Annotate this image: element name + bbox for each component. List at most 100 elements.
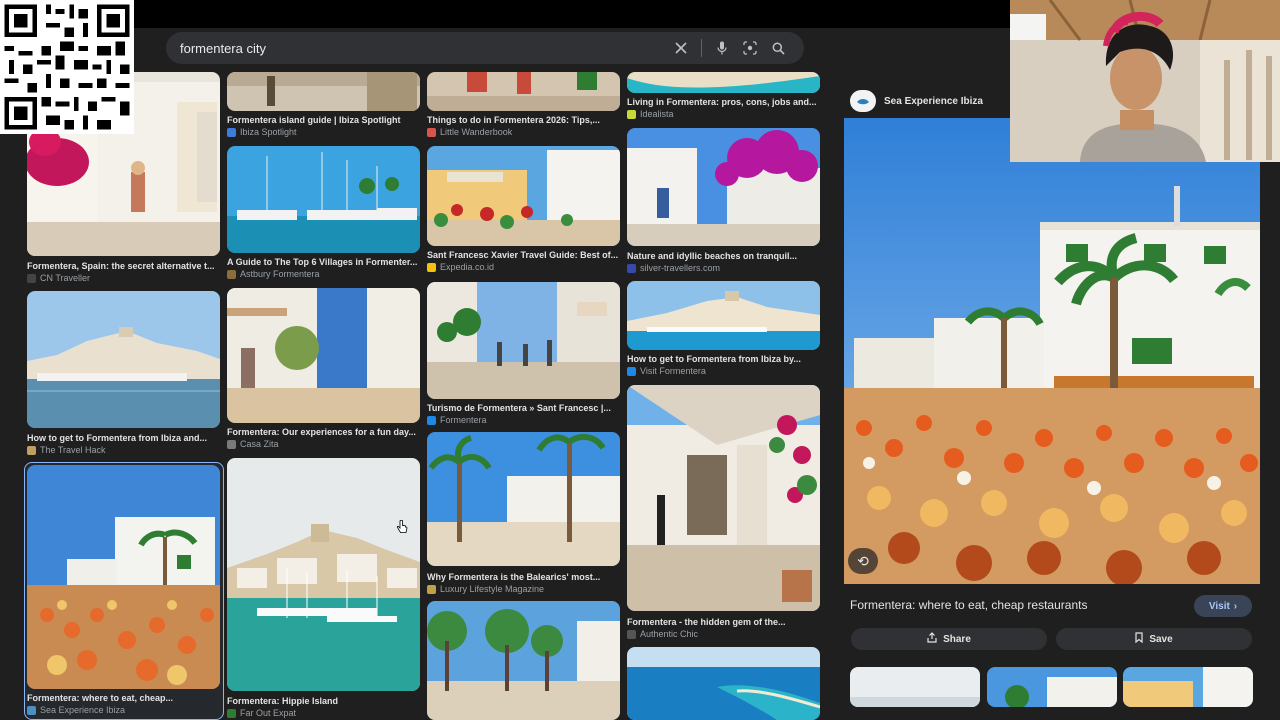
result-title[interactable]: Sant Francesc Xavier Travel Guide: Best … <box>427 250 621 260</box>
result-source-name: Idealista <box>640 109 674 119</box>
favicon-icon <box>227 269 236 279</box>
visit-button[interactable]: Visit › <box>1194 595 1252 617</box>
result-title[interactable]: Things to do in Formentera 2026: Tips,..… <box>427 115 621 125</box>
visit-label: Visit <box>1208 600 1230 612</box>
result-source-name: Visit Formentera <box>640 366 706 376</box>
result-title[interactable]: Turismo de Formentera » Sant Francesc |.… <box>427 403 621 413</box>
result-source-name: Sea Experience Ibiza <box>40 705 126 715</box>
result-source-name: Formentera <box>440 415 487 425</box>
result-thumbnail[interactable] <box>427 432 620 566</box>
result-thumbnail[interactable] <box>227 288 420 423</box>
microphone-icon[interactable] <box>708 34 736 62</box>
visual-search-icon[interactable]: ⟲ <box>848 548 878 574</box>
result-source: CN Traveller <box>27 273 221 283</box>
result-title[interactable]: How to get to Formentera from Ibiza and.… <box>27 433 221 443</box>
result-source: Authentic Chic <box>627 629 821 639</box>
result-title[interactable]: Formentera - the hidden gem of the... <box>627 617 821 627</box>
preview-source[interactable]: Sea Experience Ibiza <box>850 90 983 112</box>
preview-source-name[interactable]: Sea Experience Ibiza <box>884 96 983 107</box>
result-thumbnail[interactable] <box>27 291 220 428</box>
favicon-icon <box>427 415 436 425</box>
result-thumbnail[interactable] <box>227 458 420 691</box>
favicon-icon <box>627 263 636 273</box>
result-title[interactable]: Formentera: Our experiences for a fun da… <box>227 427 421 437</box>
favicon-icon <box>427 262 436 272</box>
result-source-name: Luxury Lifestyle Magazine <box>440 584 545 594</box>
result-thumbnail[interactable] <box>627 385 820 611</box>
related-image[interactable] <box>850 667 980 707</box>
result-thumbnail[interactable] <box>427 282 620 399</box>
related-image[interactable] <box>987 667 1117 707</box>
result-source-name: Casa Zita <box>240 439 279 449</box>
hand-cursor-icon <box>396 519 408 539</box>
result-source: Astbury Formentera <box>227 269 421 279</box>
result-source: Ibiza Spotlight <box>227 127 421 137</box>
result-title[interactable]: Living in Formentera: pros, cons, jobs a… <box>627 97 821 107</box>
result-source-name: silver-travellers.com <box>640 263 721 273</box>
preview-title[interactable]: Formentera: where to eat, cheap restaura… <box>850 598 1087 612</box>
chevron-right-icon: › <box>1233 600 1238 612</box>
result-source-name: Ibiza Spotlight <box>240 127 297 137</box>
search-divider <box>701 39 702 57</box>
result-thumbnail[interactable] <box>627 72 820 93</box>
result-source-name: Authentic Chic <box>640 629 699 639</box>
result-source-name: Expedia.co.id <box>440 262 495 272</box>
result-source: Formentera <box>427 415 621 425</box>
result-source: Idealista <box>627 109 821 119</box>
search-input[interactable]: formentera city <box>180 41 667 56</box>
share-label: Share <box>943 633 971 645</box>
result-title[interactable]: Why Formentera is the Balearics' most... <box>427 572 621 582</box>
result-thumbnail[interactable] <box>427 601 620 720</box>
favicon-icon <box>27 705 36 715</box>
result-source: silver-travellers.com <box>627 263 821 273</box>
search-bar[interactable]: formentera city <box>166 32 804 64</box>
result-title[interactable]: A Guide to The Top 6 Villages in Forment… <box>227 257 421 267</box>
search-icon[interactable] <box>764 34 792 62</box>
share-icon <box>927 632 937 646</box>
qr-code <box>0 0 134 134</box>
result-title[interactable]: How to get to Formentera from Ibiza by..… <box>627 354 821 364</box>
save-label: Save <box>1149 633 1173 645</box>
clear-icon[interactable] <box>667 34 695 62</box>
favicon-icon <box>227 127 236 137</box>
preview-image[interactable] <box>844 118 1260 584</box>
result-thumbnail[interactable] <box>427 72 620 111</box>
result-title[interactable]: Formentera, Spain: the secret alternativ… <box>27 261 221 271</box>
save-button[interactable]: Save <box>1056 628 1252 650</box>
result-title[interactable]: Nature and idyllic beaches on tranquil..… <box>627 251 821 261</box>
result-thumbnail[interactable] <box>627 128 820 246</box>
result-source-name: The Travel Hack <box>40 445 106 455</box>
result-thumbnail[interactable] <box>27 465 220 689</box>
result-source: Far Out Expat <box>227 708 421 718</box>
result-source-name: Little Wanderbook <box>440 127 513 137</box>
result-source: Little Wanderbook <box>427 127 621 137</box>
result-thumbnail[interactable] <box>427 146 620 246</box>
result-source-name: Far Out Expat <box>240 708 297 718</box>
favicon-icon <box>427 127 436 137</box>
result-thumbnail[interactable] <box>227 146 420 253</box>
result-title[interactable]: Formentera: Hippie Island <box>227 696 421 706</box>
favicon-icon <box>427 584 436 594</box>
result-source: Expedia.co.id <box>427 262 621 272</box>
result-thumbnail[interactable] <box>627 281 820 350</box>
result-title[interactable]: Formentera island guide | Ibiza Spotligh… <box>227 115 421 125</box>
bookmark-icon <box>1135 632 1143 646</box>
result-source: Casa Zita <box>227 439 421 449</box>
result-source-name: Astbury Formentera <box>240 269 320 279</box>
webcam-overlay <box>1010 0 1280 162</box>
result-title[interactable]: Formentera: where to eat, cheap... <box>27 693 221 703</box>
favicon-icon <box>27 445 36 455</box>
favicon-icon <box>227 708 236 718</box>
share-button[interactable]: Share <box>851 628 1047 650</box>
related-image[interactable] <box>1123 667 1253 707</box>
favicon-icon <box>627 109 636 119</box>
favicon-icon <box>627 629 636 639</box>
result-thumbnail[interactable] <box>227 72 420 111</box>
result-source-name: CN Traveller <box>40 273 91 283</box>
result-thumbnail[interactable] <box>627 647 820 720</box>
favicon-icon <box>27 273 36 283</box>
lens-icon[interactable] <box>736 34 764 62</box>
result-source: Sea Experience Ibiza <box>27 705 221 715</box>
result-source: Visit Formentera <box>627 366 821 376</box>
result-source: Luxury Lifestyle Magazine <box>427 584 621 594</box>
